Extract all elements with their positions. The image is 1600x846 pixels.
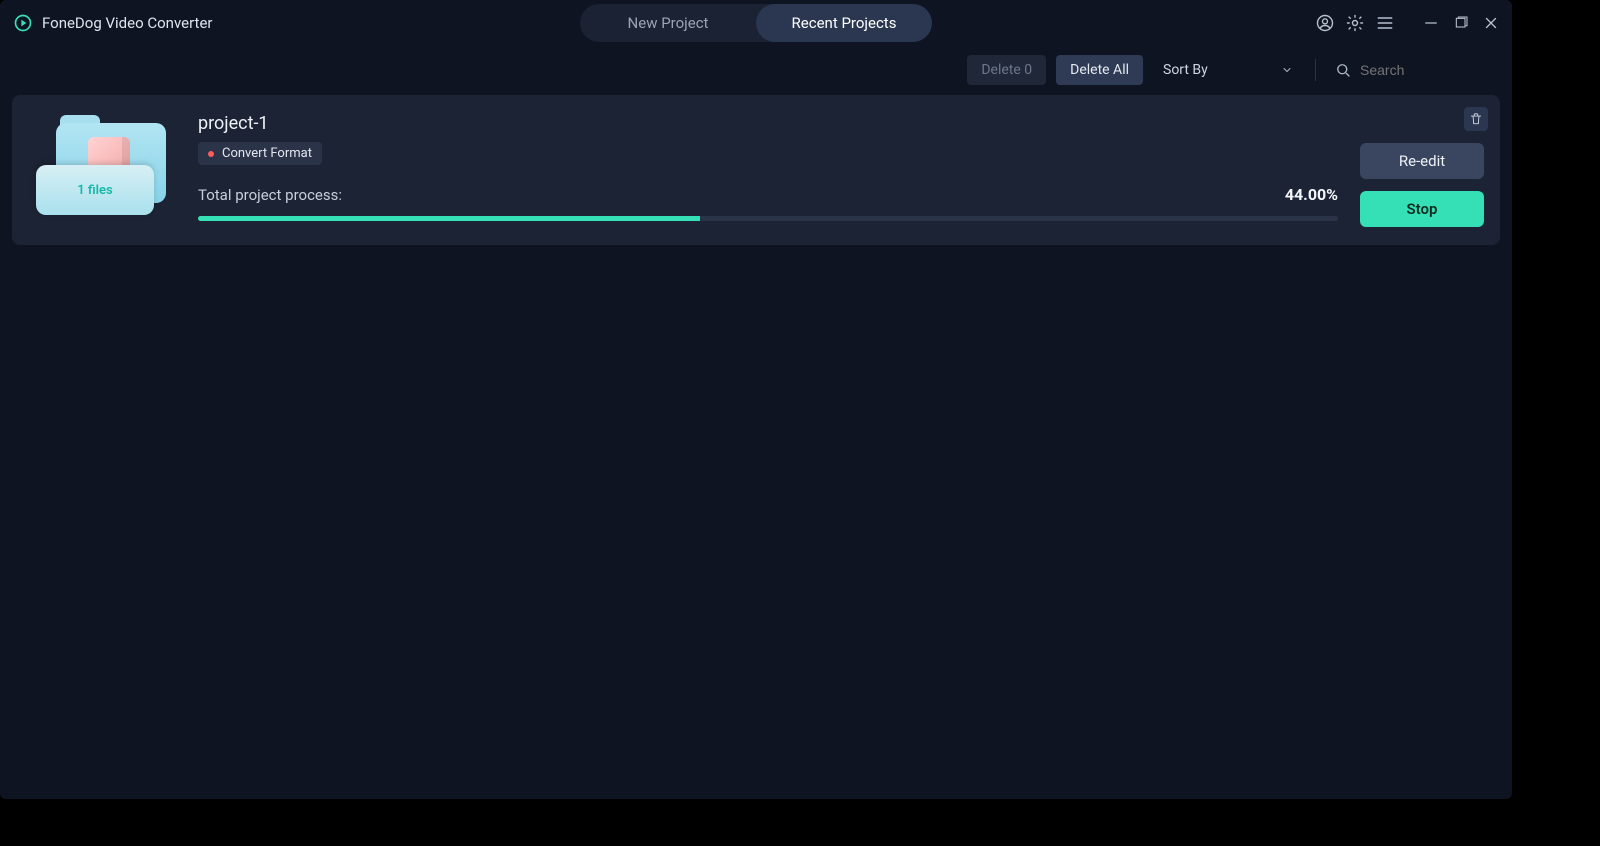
account-icon[interactable] <box>1314 12 1336 34</box>
app-logo-icon <box>12 12 34 34</box>
project-thumbnail: 1 files <box>36 113 176 213</box>
maximize-icon[interactable] <box>1450 12 1472 34</box>
search-input[interactable] <box>1358 61 1472 79</box>
progress-row: Total project process: 44.00% <box>198 185 1338 204</box>
minimize-icon[interactable] <box>1420 12 1442 34</box>
progress-bar <box>198 216 1338 221</box>
search-icon <box>1334 61 1352 79</box>
progress-bar-fill <box>198 216 700 221</box>
close-icon[interactable] <box>1480 12 1502 34</box>
sort-by-dropdown[interactable]: Sort By <box>1153 55 1303 85</box>
brand: FoneDog Video Converter <box>6 12 212 34</box>
chevron-down-icon <box>1281 64 1293 76</box>
toolbar: Delete 0 Delete All Sort By <box>0 45 1512 95</box>
project-type-chip: Convert Format <box>198 142 322 165</box>
delete-all-button[interactable]: Delete All <box>1056 55 1143 85</box>
delete-project-button[interactable] <box>1464 107 1488 131</box>
toolbar-divider <box>1315 59 1316 81</box>
project-main: project-1 Convert Format Total project p… <box>198 111 1338 221</box>
delete-selected-button[interactable]: Delete 0 <box>967 55 1046 85</box>
status-dot-icon <box>208 151 214 157</box>
menu-icon[interactable] <box>1374 12 1396 34</box>
project-title: project-1 <box>198 113 1338 134</box>
app-title: FoneDog Video Converter <box>42 14 212 32</box>
titlebar: FoneDog Video Converter New Project Rece… <box>0 0 1512 45</box>
progress-label: Total project process: <box>198 186 342 204</box>
projects-list: 1 files project-1 Convert Format Total p… <box>0 95 1512 245</box>
project-actions: Re-edit Stop <box>1360 143 1484 227</box>
project-files-badge: 1 files <box>36 165 154 215</box>
stop-button[interactable]: Stop <box>1360 191 1484 227</box>
search-field[interactable] <box>1328 55 1500 85</box>
progress-percent: 44.00% <box>1285 185 1338 204</box>
project-type-label: Convert Format <box>222 146 312 161</box>
gear-icon[interactable] <box>1344 12 1366 34</box>
tab-recent-projects[interactable]: Recent Projects <box>756 4 932 42</box>
re-edit-button[interactable]: Re-edit <box>1360 143 1484 179</box>
sort-by-label: Sort By <box>1163 62 1208 78</box>
tab-new-project[interactable]: New Project <box>580 4 756 42</box>
project-tabs: New Project Recent Projects <box>580 4 932 42</box>
project-card: 1 files project-1 Convert Format Total p… <box>12 95 1500 245</box>
titlebar-right <box>1314 12 1502 34</box>
